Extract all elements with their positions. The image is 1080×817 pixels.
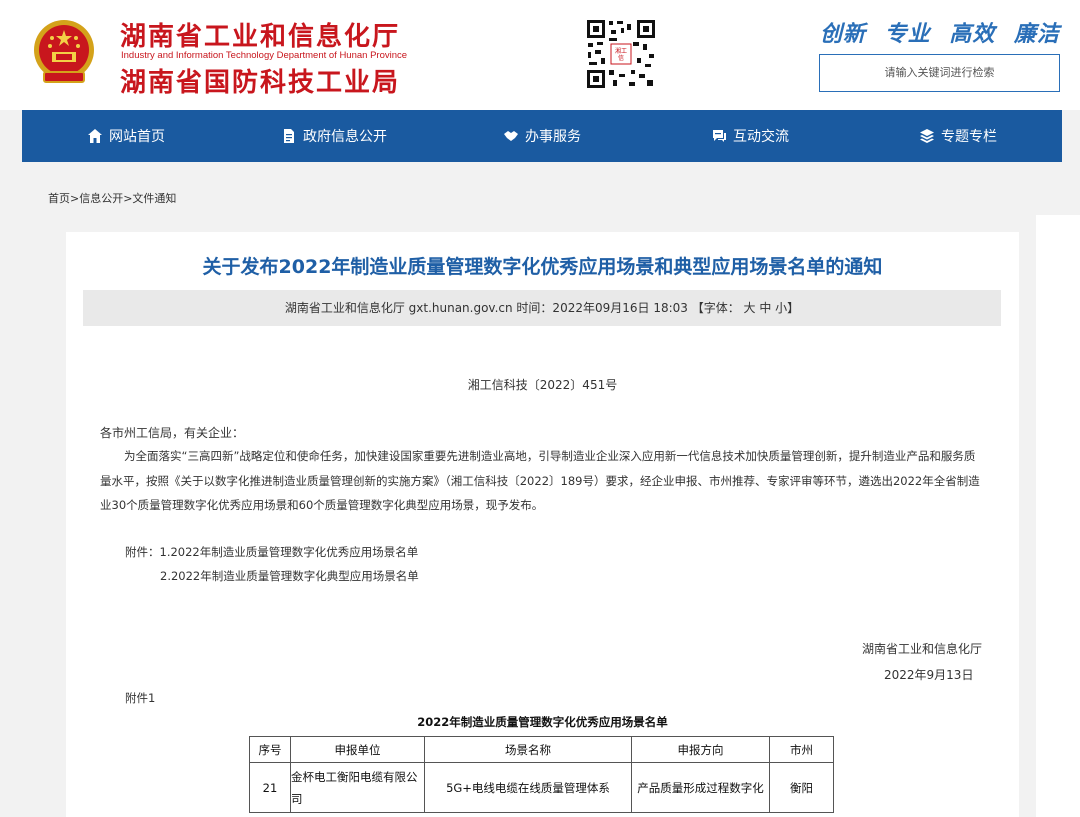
slogan-item: 廉洁 <box>1013 22 1060 47</box>
chat-icon <box>713 130 726 142</box>
breadcrumb[interactable]: 首页>信息公开>文件通知 <box>48 190 176 206</box>
table-cell: 21 <box>249 762 291 813</box>
scenario-table: 序号 申报单位 场景名称 申报方向 市州 21 金杯电工衡阳电缆有限公司 5G+… <box>249 736 834 813</box>
attachment-label: 附件1 <box>125 691 156 705</box>
table-cell: 衡阳 <box>769 762 834 813</box>
salutation: 各市州工信局，有关企业： <box>100 426 245 440</box>
article-meta: 湖南省工业和信息化厅 gxt.hunan.gov.cn 时间：2022年09月1… <box>83 290 1001 326</box>
document-number: 湘工信科技〔2022〕451号 <box>467 378 618 392</box>
document-icon <box>284 129 294 143</box>
nav-item-services[interactable]: 办事服务 <box>438 110 646 162</box>
slogan-item: 创新 <box>820 22 867 47</box>
national-emblem-icon <box>34 20 94 83</box>
slogan-item: 高效 <box>949 22 996 47</box>
nav-item-topics[interactable]: 专题专栏 <box>854 110 1062 162</box>
site-title-secondary: 湖南省国防科技工业局 <box>120 68 401 98</box>
page-margin <box>1036 215 1080 817</box>
handshake-icon <box>504 131 518 141</box>
nav-item-label: 网站首页 <box>109 129 165 145</box>
signature-org: 湖南省工业和信息化厅 <box>862 642 983 656</box>
nav-item-home[interactable]: 网站首页 <box>22 110 230 162</box>
search-input[interactable]: 请输入关键词进行检索 <box>819 54 1060 92</box>
site-title-english: Industry and Information Technology Depa… <box>121 50 408 61</box>
signature-date: 2022年9月13日 <box>884 668 974 682</box>
svg-text:湘工: 湘工 <box>615 47 627 55</box>
nav-item-label: 互动交流 <box>733 129 789 145</box>
attachment-link-2[interactable]: 2.2022年制造业质量管理数字化典型应用场景名单 <box>160 568 419 584</box>
nav-item-interaction[interactable]: 互动交流 <box>646 110 854 162</box>
column-header: 序号 <box>249 736 291 763</box>
attachment-link-1[interactable]: 附件：1.2022年制造业质量管理数字化优秀应用场景名单 <box>125 544 418 560</box>
column-header: 市州 <box>769 736 834 763</box>
home-icon <box>88 129 102 143</box>
table-cell: 金杯电工衡阳电缆有限公司 <box>290 762 425 813</box>
svg-text:信: 信 <box>618 54 624 62</box>
table-cell: 产品质量形成过程数字化 <box>631 762 770 813</box>
slogan-item: 专业 <box>884 22 931 47</box>
nav-item-label: 办事服务 <box>525 129 581 145</box>
table-header-row: 序号 申报单位 场景名称 申报方向 市州 <box>249 736 834 763</box>
column-header: 申报方向 <box>631 736 770 763</box>
qr-code-icon: 湘工 信 <box>585 18 657 90</box>
table-cell: 5G+电线电缆在线质量管理体系 <box>424 762 632 813</box>
nav-item-label: 政府信息公开 <box>303 129 387 145</box>
nav-item-gov-info[interactable]: 政府信息公开 <box>230 110 438 162</box>
table-row: 21 金杯电工衡阳电缆有限公司 5G+电线电缆在线质量管理体系 产品质量形成过程… <box>249 762 834 813</box>
article-panel: 关于发布2022年制造业质量管理数字化优秀应用场景和典型应用场景名单的通知 湖南… <box>66 232 1019 817</box>
site-header: 湖南省工业和信息化厅 Industry and Information Tech… <box>0 0 1080 110</box>
table-title: 2022年制造业质量管理数字化优秀应用场景名单 <box>417 715 668 729</box>
body-paragraph: 为全面落实“三高四新”战略定位和使命任务，加快建设国家重要先进制造业高地，引导制… <box>100 449 980 512</box>
main-nav: 网站首页 政府信息公开 办事服务 互动交流 专题专栏 <box>22 110 1062 162</box>
nav-item-label: 专题专栏 <box>941 129 997 145</box>
column-header: 申报单位 <box>290 736 425 763</box>
article-title: 关于发布2022年制造业质量管理数字化优秀应用场景和典型应用场景名单的通知 <box>202 256 883 278</box>
layers-icon <box>920 129 934 143</box>
site-title-primary: 湖南省工业和信息化厅 <box>120 22 401 52</box>
column-header: 场景名称 <box>424 736 632 763</box>
slogan-bar: 创新 专业 高效 廉洁 <box>820 16 1060 48</box>
